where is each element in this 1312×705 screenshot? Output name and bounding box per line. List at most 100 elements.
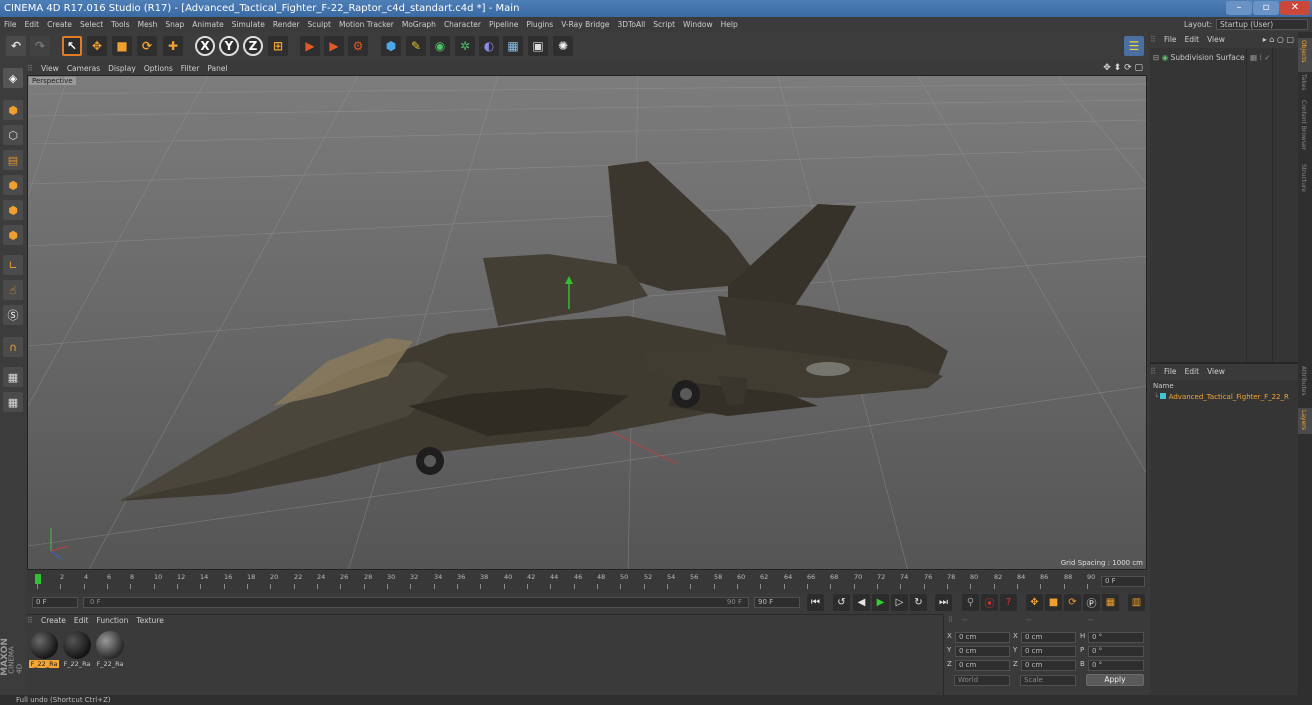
axis-x-button[interactable]: X [195, 36, 215, 56]
make-editable-icon[interactable]: ◈ [3, 68, 23, 88]
next-frame-icon[interactable]: ▷ [891, 594, 908, 611]
axis-z-button[interactable]: Z [243, 36, 263, 56]
planar-workplane-icon[interactable]: ▦ [3, 392, 23, 412]
redo-icon[interactable]: ↷ [30, 36, 50, 56]
object-menu-edit[interactable]: Edit [1181, 32, 1204, 48]
layer-menu-file[interactable]: File [1160, 364, 1181, 380]
coordinate-mode-select[interactable]: World [954, 675, 1010, 686]
selection-arrow-icon[interactable]: ↖ [62, 36, 82, 56]
material-swatch[interactable]: F_22_Ra [62, 631, 92, 671]
play-icon[interactable]: ▶ [872, 594, 889, 611]
deformer-icon[interactable]: ◐ [479, 36, 499, 56]
menu-simulate[interactable]: Simulate [228, 17, 269, 32]
tab-content-browser[interactable]: Content Browser [1298, 98, 1312, 160]
object-search-icons[interactable]: ▸ ⌂ ○ ▢ [1263, 32, 1294, 48]
playhead-marker[interactable] [35, 574, 41, 584]
viewport-menu-panel[interactable]: Panel [203, 62, 231, 75]
menu-mesh[interactable]: Mesh [134, 17, 162, 32]
rotation-b-field[interactable]: 0 ° [1088, 660, 1144, 671]
tab-layers[interactable]: Layers [1298, 408, 1312, 434]
rotation-p-field[interactable]: 0 ° [1088, 646, 1144, 657]
size-mode-select[interactable]: Scale [1020, 675, 1076, 686]
menu-animate[interactable]: Animate [188, 17, 227, 32]
cloner-icon[interactable]: ✲ [455, 36, 475, 56]
model-mode-icon[interactable]: ⬢ [3, 100, 23, 120]
menu-3dtoall[interactable]: 3DToAll [614, 17, 650, 32]
menu-motion-tracker[interactable]: Motion Tracker [335, 17, 398, 32]
live-select-icon[interactable]: ✚ [163, 36, 183, 56]
undo-icon[interactable]: ↶ [6, 36, 26, 56]
menu-mograph[interactable]: MoGraph [398, 17, 440, 32]
python-icon[interactable]: ☰ [1124, 36, 1144, 56]
menu-character[interactable]: Character [440, 17, 485, 32]
object-tree-row[interactable]: ⊟ ◉ Subdivision Surface ▦ ⁞ ✓ [1150, 52, 1298, 64]
size-x-field[interactable]: 0 cm [1021, 632, 1076, 643]
layer-row[interactable]: └ Advanced_Tactical_Fighter_F_22_R [1150, 392, 1298, 403]
key-rotation-icon[interactable]: ⟳ [1064, 594, 1081, 611]
close-button[interactable]: ✕ [1280, 1, 1310, 15]
menu-script[interactable]: Script [649, 17, 679, 32]
keyframe-selection-icon[interactable]: ⚲ [962, 594, 979, 611]
viewport-menu-cameras[interactable]: Cameras [63, 62, 104, 75]
position-z-field[interactable]: 0 cm [955, 660, 1010, 671]
minimize-button[interactable]: – [1226, 1, 1252, 15]
light-icon[interactable]: ✺ [553, 36, 573, 56]
autokey-icon[interactable]: ? [1000, 594, 1017, 611]
camera-icon[interactable]: ▣ [528, 36, 548, 56]
texture-mode-icon[interactable]: ⬡ [3, 125, 23, 145]
key-scale-icon[interactable]: ■ [1045, 594, 1062, 611]
spline-pen-icon[interactable]: ✎ [406, 36, 426, 56]
cube-primitive-icon[interactable]: ⬢ [381, 36, 401, 56]
menu-edit[interactable]: Edit [21, 17, 44, 32]
scale-icon[interactable]: ■ [112, 36, 132, 56]
current-frame-field[interactable]: 0 F [1101, 576, 1145, 587]
coordinate-system-icon[interactable]: ⊞ [268, 36, 288, 56]
prev-keyframe-icon[interactable]: ↺ [833, 594, 850, 611]
material-menu-function[interactable]: Function [92, 615, 132, 627]
position-x-field[interactable]: 0 cm [955, 632, 1010, 643]
menu-plugins[interactable]: Plugins [522, 17, 557, 32]
workplane-mode-icon[interactable]: ▤ [3, 150, 23, 170]
layer-menu-view[interactable]: View [1203, 364, 1229, 380]
render-settings-icon[interactable]: ⚙ [348, 36, 368, 56]
lock-workplane-icon[interactable]: ▦ [3, 367, 23, 387]
menu-file[interactable]: File [0, 17, 21, 32]
layout-select[interactable]: Startup (User) [1216, 19, 1308, 30]
next-keyframe-icon[interactable]: ↻ [910, 594, 927, 611]
render-view-icon[interactable]: ▶ [300, 36, 320, 56]
viewport-menu-view[interactable]: View [37, 62, 63, 75]
menu-create[interactable]: Create [43, 17, 76, 32]
maximize-button[interactable]: ▫ [1253, 1, 1279, 15]
record-keyframe-icon[interactable]: ⦿ [981, 594, 998, 611]
position-y-field[interactable]: 0 cm [955, 646, 1010, 657]
object-menu-file[interactable]: File [1160, 32, 1181, 48]
subdivision-surface-icon[interactable]: ◉ [430, 36, 450, 56]
end-frame-field[interactable]: 90 F [754, 597, 800, 608]
size-z-field[interactable]: 0 cm [1021, 660, 1076, 671]
timeline-window-icon[interactable]: ▥ [1128, 594, 1145, 611]
render-picture-viewer-icon[interactable]: ▶ [324, 36, 344, 56]
menu-snap[interactable]: Snap [161, 17, 188, 32]
rotation-h-field[interactable]: 0 ° [1088, 632, 1144, 643]
menu-help[interactable]: Help [717, 17, 742, 32]
3d-viewport[interactable]: Perspective Grid Spacing : 1000 cm [27, 75, 1147, 570]
material-swatch[interactable]: F_22_Ra [95, 631, 125, 671]
menu-window[interactable]: Window [679, 17, 717, 32]
object-menu-view[interactable]: View [1203, 32, 1229, 48]
move-icon[interactable]: ✥ [87, 36, 107, 56]
axis-mode-icon[interactable]: ∟ [3, 255, 23, 275]
apply-button[interactable]: Apply [1086, 674, 1144, 686]
material-menu-edit[interactable]: Edit [70, 615, 93, 627]
polygons-mode-icon[interactable]: ⬢ [3, 225, 23, 245]
start-frame-field[interactable]: 0 F [32, 597, 78, 608]
tab-takes[interactable]: Takes [1298, 72, 1312, 98]
menu-sculpt[interactable]: Sculpt [304, 17, 335, 32]
menu-render[interactable]: Render [269, 17, 304, 32]
viewport-nav-icons[interactable]: ✥ ⬍ ⟳ ▢ [1103, 62, 1143, 75]
floor-icon[interactable]: ▦ [503, 36, 523, 56]
size-y-field[interactable]: 0 cm [1021, 646, 1076, 657]
key-pla-icon[interactable]: ▦ [1102, 594, 1119, 611]
tweak-mode-icon[interactable]: ☝ [3, 280, 23, 300]
layer-menu-edit[interactable]: Edit [1181, 364, 1204, 380]
axis-y-button[interactable]: Y [219, 36, 239, 56]
